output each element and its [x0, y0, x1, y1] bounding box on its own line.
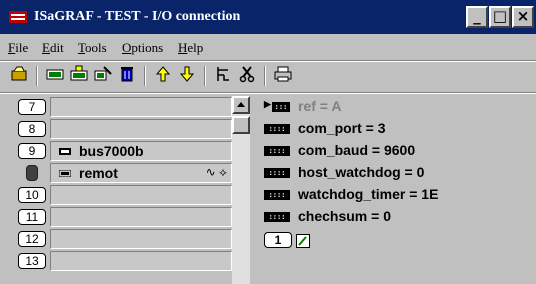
parameter-list: ▶ ::: ref = A :::: com_port = 3 :::: com…: [258, 96, 536, 284]
print-icon[interactable]: [272, 65, 294, 87]
menu-tools[interactable]: Tools: [78, 40, 107, 56]
slot-cell[interactable]: [50, 97, 232, 117]
menu-help[interactable]: Help: [178, 40, 203, 56]
slot-number: 11: [18, 209, 46, 225]
menu-bar: File Edit Tools Options Help: [0, 34, 536, 60]
toolbar-separator: [204, 66, 206, 86]
cut-icon[interactable]: [236, 65, 258, 87]
scroll-up-button[interactable]: [232, 96, 250, 114]
arrow-down-icon[interactable]: [176, 65, 198, 87]
slot-number: 8: [18, 121, 46, 137]
ref-icon: :::: [272, 102, 290, 112]
parameter-row[interactable]: :::: host_watchdog = 0: [258, 162, 536, 184]
board-icon[interactable]: [44, 65, 66, 87]
parameter-text: watchdog_timer = 1E: [298, 186, 439, 202]
slot-row-remot[interactable]: remot ∿ ⟡: [16, 162, 232, 184]
toolbar-divider: [0, 92, 536, 94]
board-icon: [59, 148, 71, 155]
slot-label: bus7000b: [79, 143, 144, 159]
scroll-thumb[interactable]: [232, 116, 250, 134]
slot-cell[interactable]: [50, 207, 232, 227]
toolbar-separator: [144, 66, 146, 86]
slot-lock-icon: [26, 165, 38, 181]
parameter-row[interactable]: :::: com_baud = 9600: [258, 140, 536, 162]
channel-number: 1: [264, 232, 292, 248]
slot-number: 10: [18, 187, 46, 203]
slot-number: 13: [18, 253, 46, 269]
param-icon: ::::: [264, 146, 290, 156]
slot-number: 12: [18, 231, 46, 247]
arrow-up-icon[interactable]: [152, 65, 174, 87]
parameter-row[interactable]: :::: com_port = 3: [258, 118, 536, 140]
slot-label: remot: [79, 165, 118, 181]
window-title: ISaGRAF - TEST - I/O connection: [34, 9, 241, 24]
open-icon[interactable]: [8, 65, 30, 87]
menu-options[interactable]: Options: [122, 40, 163, 56]
slot-cell[interactable]: [50, 119, 232, 139]
parameter-row[interactable]: :::: chechsum = 0: [258, 206, 536, 228]
slot-row-9[interactable]: 9 bus7000b: [16, 140, 232, 162]
expand-arrow-icon: ▶: [264, 99, 271, 109]
toolbar: [0, 62, 536, 90]
close-button[interactable]: ×: [512, 6, 534, 28]
parameter-row[interactable]: :::: watchdog_timer = 1E: [258, 184, 536, 206]
board-connect-icon[interactable]: [92, 65, 114, 87]
slot-list: 7 8 9 bus7000b remot ∿ ⟡ 10 11 12 13: [16, 96, 232, 284]
tree-icon[interactable]: [212, 65, 234, 87]
connection-icon: ∿ ⟡: [205, 165, 227, 179]
parameter-row[interactable]: ▶ ::: ref = A: [258, 96, 536, 118]
slot-cell[interactable]: [50, 229, 232, 249]
param-icon: ::::: [264, 190, 290, 200]
app-icon: [9, 11, 27, 23]
slot-row-13[interactable]: 13: [16, 250, 232, 272]
slot-number: 9: [18, 143, 46, 159]
slot-row-10[interactable]: 10: [16, 184, 232, 206]
slot-cell[interactable]: [50, 185, 232, 205]
maximize-button[interactable]: □: [489, 6, 511, 28]
menu-file[interactable]: File: [8, 40, 28, 56]
slot-row-8[interactable]: 8: [16, 118, 232, 140]
minimize-button[interactable]: _: [466, 6, 488, 28]
board-icon: [59, 170, 71, 177]
channel-row[interactable]: 1: [258, 230, 536, 252]
slot-cell[interactable]: remot ∿ ⟡: [50, 163, 232, 183]
toolbar-separator: [264, 66, 266, 86]
param-icon: ::::: [264, 168, 290, 178]
slot-cell[interactable]: bus7000b: [50, 141, 232, 161]
vertical-scrollbar[interactable]: [232, 96, 250, 284]
parameter-text: com_port = 3: [298, 120, 386, 136]
slot-number: 7: [18, 99, 46, 115]
slot-row-12[interactable]: 12: [16, 228, 232, 250]
menu-edit[interactable]: Edit: [42, 40, 64, 56]
parameter-text: ref = A: [298, 98, 342, 114]
param-icon: ::::: [264, 212, 290, 222]
slot-row-7[interactable]: 7: [16, 96, 232, 118]
title-bar: ISaGRAF - TEST - I/O connection _ □ ×: [0, 0, 536, 34]
parameter-text: host_watchdog = 0: [298, 164, 425, 180]
board-add-icon[interactable]: [68, 65, 90, 87]
edit-icon[interactable]: [296, 234, 310, 248]
slot-row-11[interactable]: 11: [16, 206, 232, 228]
param-icon: ::::: [264, 124, 290, 134]
slot-cell[interactable]: [50, 251, 232, 271]
parameter-text: chechsum = 0: [298, 208, 391, 224]
delete-icon[interactable]: [116, 65, 138, 87]
parameter-text: com_baud = 9600: [298, 142, 416, 158]
toolbar-separator: [36, 66, 38, 86]
